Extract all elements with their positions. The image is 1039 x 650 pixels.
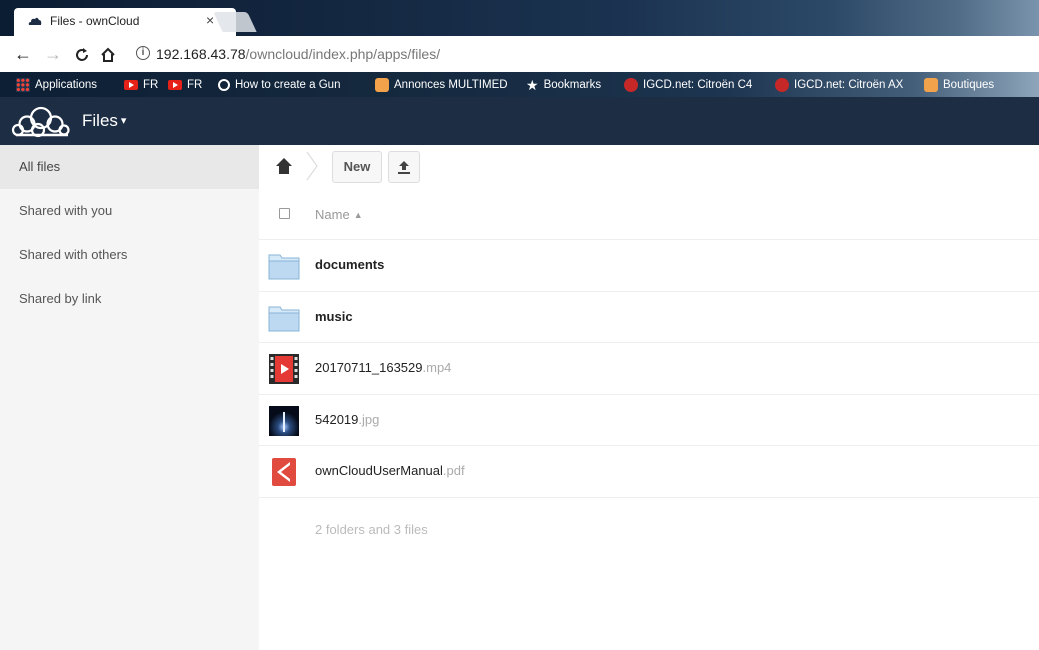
file-row-music[interactable]: music: [259, 292, 1039, 343]
back-arrow-icon[interactable]: ←: [14, 44, 32, 64]
owncloud-logo-icon[interactable]: [10, 103, 72, 139]
bookmark-fr-2[interactable]: FR: [168, 76, 202, 94]
bookmark-boutiques[interactable]: Boutiques: [924, 76, 994, 94]
owncloud-favicon-icon: [28, 17, 42, 25]
file-name[interactable]: documents: [315, 257, 384, 272]
bookmark-gun[interactable]: How to create a Gun: [218, 76, 340, 94]
select-all-checkbox[interactable]: [279, 208, 290, 219]
url-text: 192.168.43.78/owncloud/index.php/apps/fi…: [156, 46, 440, 62]
breadcrumb-home-icon[interactable]: [275, 157, 293, 175]
youtube-icon: [124, 79, 138, 90]
sidebar-item-shared-with-others[interactable]: Shared with others: [0, 233, 259, 277]
box-icon: [375, 77, 389, 92]
bookmarks-bar: Applications FR FR How to create a Gun A…: [0, 72, 1039, 97]
name-column-header[interactable]: Name ▲: [315, 207, 363, 222]
file-name[interactable]: 542019.jpg: [315, 412, 379, 427]
tab-strip: Files - ownCloud ×: [0, 0, 1039, 36]
url-host: 192.168.43.78: [156, 46, 246, 62]
link-icon: [218, 78, 230, 91]
home-icon[interactable]: [100, 44, 116, 67]
file-name[interactable]: music: [315, 309, 353, 324]
info-icon[interactable]: i: [136, 46, 150, 60]
folder-icon: [268, 254, 300, 280]
igcd-icon: [775, 77, 789, 92]
tab-title: Files - ownCloud: [50, 14, 140, 28]
browser-tab[interactable]: Files - ownCloud ×: [14, 8, 236, 36]
controls-bar: New: [259, 145, 1039, 189]
box-icon: [924, 77, 938, 92]
video-file-icon: [269, 354, 299, 384]
igcd-icon: [624, 77, 638, 92]
reload-icon[interactable]: [74, 44, 90, 67]
file-row-image[interactable]: 542019.jpg: [259, 395, 1039, 446]
breadcrumb-separator: [306, 151, 318, 181]
file-summary: 2 folders and 3 files: [315, 522, 428, 537]
forward-arrow-icon[interactable]: →: [44, 44, 62, 64]
file-list-area: New Name ▲ documents music 20170711_1635…: [259, 145, 1039, 650]
upload-button[interactable]: [388, 151, 420, 183]
file-list-header: Name ▲: [259, 193, 1039, 240]
sidebar: All files Shared with you Shared with ot…: [0, 145, 259, 650]
app-name: Files: [82, 111, 118, 130]
app-menu-button[interactable]: Files ▾: [82, 111, 126, 131]
browser-chrome: Files - ownCloud × ← → i 192.168.43.78/o…: [0, 0, 1039, 97]
bookmark-igcd-ax[interactable]: IGCD.net: Citroën AX: [775, 76, 903, 94]
file-name[interactable]: ownCloudUserManual.pdf: [315, 463, 465, 478]
apps-grid-icon: [16, 77, 30, 92]
file-name[interactable]: 20170711_163529.mp4: [315, 360, 451, 375]
url-input[interactable]: i 192.168.43.78/owncloud/index.php/apps/…: [128, 40, 1039, 68]
url-path: /owncloud/index.php/apps/files/: [245, 46, 441, 62]
file-rows: documents music 20170711_163529.mp4 5420…: [259, 240, 1039, 498]
file-row-video[interactable]: 20170711_163529.mp4: [259, 343, 1039, 395]
upload-icon: [398, 161, 410, 174]
file-row-pdf[interactable]: ownCloudUserManual.pdf: [259, 446, 1039, 498]
pdf-file-icon: [272, 458, 296, 486]
bookmark-applications[interactable]: Applications: [16, 76, 97, 94]
file-row-documents[interactable]: documents: [259, 240, 1039, 292]
bookmark-folder[interactable]: ★ Bookmarks: [526, 76, 601, 94]
youtube-icon: [168, 79, 182, 90]
sidebar-item-all-files[interactable]: All files: [0, 145, 259, 189]
sidebar-item-shared-with-you[interactable]: Shared with you: [0, 189, 259, 233]
bookmark-igcd-c4[interactable]: IGCD.net: Citroën C4: [624, 76, 752, 94]
image-thumbnail: [269, 405, 299, 436]
tab-close-icon[interactable]: ×: [206, 12, 214, 28]
address-bar-row: ← → i 192.168.43.78/owncloud/index.php/a…: [0, 36, 1039, 72]
star-icon: ★: [526, 77, 539, 93]
app-header: Files ▾: [0, 97, 1039, 145]
sidebar-item-shared-by-link[interactable]: Shared by link: [0, 277, 259, 321]
sort-ascending-icon: ▲: [353, 210, 363, 220]
new-button[interactable]: New: [332, 151, 382, 183]
caret-down-icon: ▾: [120, 115, 127, 127]
folder-icon: [268, 306, 300, 331]
bookmark-fr-1[interactable]: FR: [124, 76, 158, 94]
bookmark-annonces[interactable]: Annonces MULTIMED: [375, 76, 508, 94]
